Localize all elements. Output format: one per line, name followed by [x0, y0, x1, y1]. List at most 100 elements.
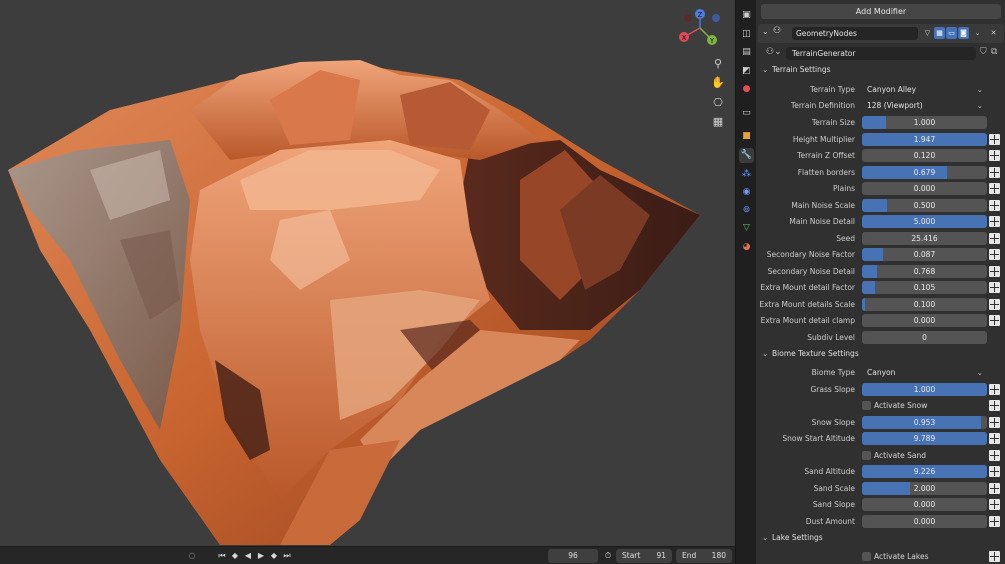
terrain-z-offset-slider[interactable]: 0.120	[862, 149, 987, 162]
object-tab-icon[interactable]: ■	[739, 129, 754, 144]
play-reverse-icon[interactable]: ◀	[242, 550, 254, 562]
camera-view-icon[interactable]: ⎔	[708, 94, 728, 112]
material-tab-icon[interactable]: ◕	[739, 240, 754, 255]
activate-lakes-checkbox[interactable]	[862, 552, 871, 561]
node-group-field[interactable]: TerrainGenerator	[786, 47, 976, 60]
node-tree-icon[interactable]: ⚇⌄	[766, 47, 782, 57]
input-socket-icon[interactable]	[989, 167, 1000, 178]
sand-altitude-slider[interactable]: 9.226	[862, 465, 987, 478]
height-multiplier-slider[interactable]: 1.947	[862, 133, 987, 146]
input-socket-icon[interactable]	[989, 150, 1000, 161]
modifier-name-field[interactable]: GeometryNodes	[792, 27, 918, 40]
input-socket-icon[interactable]	[989, 266, 1000, 277]
scene-tab-icon[interactable]: ●	[739, 82, 754, 97]
snow-start-altitude-slider[interactable]: 9.789	[862, 432, 987, 445]
play-icon[interactable]: ▶	[255, 550, 267, 562]
seed-slider[interactable]: 25.416	[862, 232, 987, 245]
section-lake-settings[interactable]: ⌄ Lake Settings	[762, 531, 823, 545]
main-noise-detail-slider[interactable]: 5.000	[862, 215, 987, 228]
stopwatch-icon[interactable]: ⏱	[602, 550, 614, 562]
prev-keyframe-icon[interactable]: ◆	[229, 550, 241, 562]
dust-amount-slider[interactable]: 0.000	[862, 515, 987, 528]
activate-sand-checkbox[interactable]	[862, 451, 871, 460]
zoom-icon[interactable]: ⚲	[708, 55, 728, 73]
input-socket-icon[interactable]	[989, 400, 1000, 411]
input-socket-icon[interactable]	[989, 433, 1000, 444]
input-socket-icon[interactable]	[989, 134, 1000, 145]
input-socket-icon[interactable]	[989, 483, 1000, 494]
extra-mount-detail-factor-slider[interactable]: 0.105	[862, 281, 987, 294]
input-socket-icon[interactable]	[989, 384, 1000, 395]
input-socket-icon[interactable]	[989, 282, 1000, 293]
data-tab-icon[interactable]: ▽	[739, 221, 754, 236]
start-frame-field[interactable]: Start 91	[616, 549, 672, 563]
viewport-display-icon[interactable]: ▭	[946, 27, 957, 39]
3d-viewport[interactable]: Z Y X ⚲ ✋ ⎔ ▦	[0, 0, 735, 546]
biome-type-value: Canyon	[867, 368, 896, 377]
terrain-size-slider[interactable]: 1.000	[862, 116, 987, 129]
input-socket-icon[interactable]	[989, 249, 1000, 260]
add-modifier-button[interactable]: Add Modifier	[761, 4, 1001, 19]
view-layer-tab-icon[interactable]: ◩	[739, 64, 754, 79]
input-socket-icon[interactable]	[989, 183, 1000, 194]
close-icon[interactable]: ✕	[988, 27, 999, 39]
secondary-noise-factor-label: Secondary Noise Factor	[766, 250, 855, 259]
secondary-noise-factor-slider[interactable]: 0.087	[862, 248, 987, 261]
keyframe-dot-icon[interactable]: ◌	[186, 550, 198, 562]
constraints-tab-icon[interactable]: ⊚	[739, 203, 754, 218]
biome-type-dropdown[interactable]: Canyon ⌄	[862, 366, 987, 379]
input-socket-icon[interactable]	[989, 499, 1000, 510]
extra-mount-detail-clamp-slider[interactable]: 0.000	[862, 314, 987, 327]
terrain-definition-dropdown[interactable]: 128 (Viewport) ⌄	[862, 99, 987, 112]
secondary-noise-detail-slider[interactable]: 0.768	[862, 265, 987, 278]
input-socket-icon[interactable]	[989, 315, 1000, 326]
jump-end-icon[interactable]: ⏭	[281, 550, 293, 562]
dropdown-chevron-icon[interactable]: ⌄	[972, 27, 983, 39]
render-tab-icon[interactable]: ◫	[739, 27, 754, 42]
edit-mode-icon[interactable]: ▽	[922, 27, 933, 39]
input-socket-icon[interactable]	[989, 450, 1000, 461]
fake-user-shield-icon[interactable]: ⛉	[980, 47, 987, 57]
hand-pan-icon[interactable]: ✋	[708, 74, 728, 92]
subdiv-level-slider[interactable]: 0	[862, 331, 987, 344]
input-socket-icon[interactable]	[989, 417, 1000, 428]
extra-mount-details-scale-slider[interactable]: 0.100	[862, 298, 987, 311]
duplicate-icon[interactable]: ⧉	[991, 47, 997, 57]
plains-slider[interactable]: 0.000	[862, 182, 987, 195]
input-socket-icon[interactable]	[989, 216, 1000, 227]
navigation-gizmo[interactable]: Z Y X	[676, 4, 724, 52]
output-tab-icon[interactable]: ▤	[739, 45, 754, 60]
grid-perspective-icon[interactable]: ▦	[708, 113, 728, 131]
on-cage-icon[interactable]: ▦	[934, 27, 945, 39]
particles-tab-icon[interactable]: ⁂	[739, 167, 754, 182]
input-socket-icon[interactable]	[989, 200, 1000, 211]
sand-altitude-label: Sand Altitude	[804, 467, 855, 476]
modifier-tab-icon[interactable]: 🔧	[739, 148, 754, 163]
end-frame-field[interactable]: End 180	[676, 549, 732, 563]
next-keyframe-icon[interactable]: ◆	[268, 550, 280, 562]
collapse-chevron-icon[interactable]: ⌄	[762, 27, 769, 36]
input-socket-icon[interactable]	[989, 233, 1000, 244]
input-socket-icon[interactable]	[989, 551, 1000, 562]
tool-tab-icon[interactable]: ▣	[739, 8, 754, 23]
flatten-borders-slider[interactable]: 0.679	[862, 166, 987, 179]
input-socket-icon[interactable]	[989, 516, 1000, 527]
current-frame-field[interactable]: 96	[548, 549, 598, 563]
sand-slope-slider[interactable]: 0.000	[862, 498, 987, 511]
main-noise-scale-slider[interactable]: 0.500	[862, 199, 987, 212]
section-biome-settings[interactable]: ⌄ Biome Texture Settings	[762, 347, 859, 361]
activate-snow-row: Activate Snow	[756, 399, 1005, 415]
input-socket-icon[interactable]	[989, 466, 1000, 477]
physics-tab-icon[interactable]: ◉	[739, 185, 754, 200]
sand-scale-slider[interactable]: 2.000	[862, 482, 987, 495]
terrain-type-dropdown[interactable]: Canyon Alley ⌄	[862, 83, 987, 96]
input-socket-icon[interactable]	[989, 299, 1000, 310]
snow-slope-slider[interactable]: 0.953	[862, 416, 987, 429]
activate-snow-checkbox[interactable]	[862, 401, 871, 410]
section-terrain-settings[interactable]: ⌄ Terrain Settings	[762, 63, 831, 77]
world-tab-icon[interactable]: ▭	[739, 106, 754, 121]
terrain-size-value: 1.000	[913, 118, 936, 127]
grass-slope-slider[interactable]: 1.000	[862, 383, 987, 396]
render-camera-icon[interactable]: ◙	[958, 27, 969, 39]
jump-start-icon[interactable]: ⏮	[216, 550, 228, 562]
